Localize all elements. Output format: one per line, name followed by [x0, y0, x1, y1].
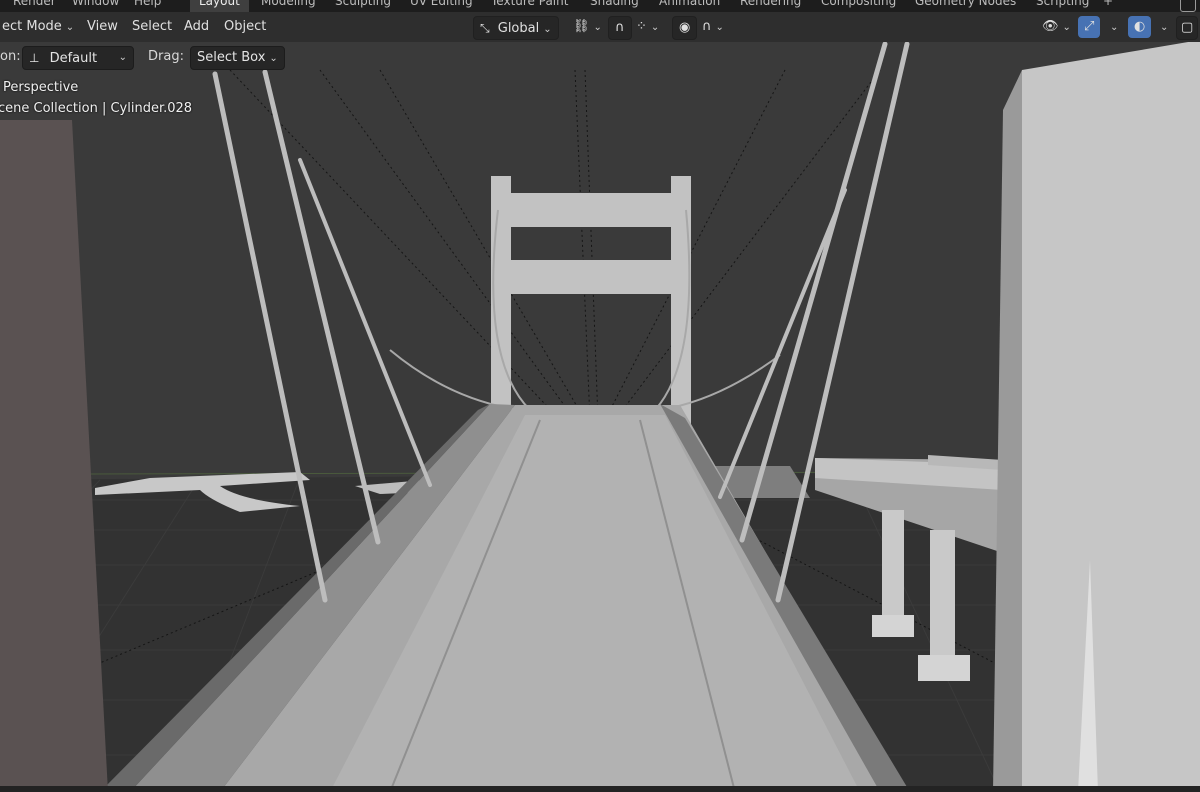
object-menu[interactable]: Object: [218, 16, 272, 38]
falloff-curve-icon: ∩: [702, 19, 712, 34]
chevron-down-icon: ⌄: [118, 52, 127, 63]
orientation-label: Global: [497, 21, 540, 36]
chevron-down-icon: ⌄: [650, 22, 660, 33]
tab-uv-editing[interactable]: UV Editing: [401, 0, 482, 12]
scene-icon[interactable]: [1180, 0, 1196, 12]
tab-shading[interactable]: Shading: [581, 0, 648, 12]
gizmo-dropdown[interactable]: ⌄: [1100, 16, 1124, 38]
overlays-toggle[interactable]: ◐: [1128, 16, 1152, 38]
snap-target-dropdown[interactable]: ⁘ ⌄: [630, 16, 665, 38]
tab-sculpting[interactable]: Sculpting: [326, 0, 400, 12]
view-name-label: Perspective: [3, 80, 79, 95]
orientation-icon: ⤡: [480, 21, 490, 35]
tab-animation[interactable]: Animation: [650, 0, 729, 12]
collection-info-label: cene Collection | Cylinder.028: [0, 101, 193, 116]
chevron-down-icon: ⌄: [65, 22, 75, 33]
menu-help[interactable]: Help: [134, 0, 161, 12]
tab-geometry-nodes[interactable]: Geometry Nodes: [906, 0, 1025, 12]
drag-label: Drag:: [148, 49, 184, 64]
tab-rendering[interactable]: Rendering: [731, 0, 810, 12]
menu-render[interactable]: Render: [13, 0, 56, 12]
3d-viewport[interactable]: [0, 0, 1200, 792]
magnet-icon: ∩: [615, 20, 625, 35]
pivot-point-button[interactable]: ⛓ ⌄: [567, 16, 608, 38]
tab-modeling[interactable]: Modeling: [252, 0, 325, 12]
chevron-down-icon: ⌄: [593, 22, 602, 33]
menu-window[interactable]: Window: [72, 0, 119, 12]
gizmo-icon: ⤢: [1084, 19, 1095, 34]
orientation-prefix-label: on:: [0, 49, 21, 64]
chevron-down-icon: ⌄: [1160, 22, 1169, 33]
chevron-down-icon: ⌄: [543, 24, 552, 35]
tab-scripting[interactable]: Scripting: [1027, 0, 1098, 12]
xray-icon: ▢: [1181, 20, 1194, 35]
falloff-dropdown[interactable]: ∩ ⌄: [696, 16, 730, 38]
add-menu[interactable]: Add: [178, 16, 215, 38]
workspace-tab-bar: Render Window Help Layout Modeling Sculp…: [0, 0, 1200, 12]
chevron-down-icon: ⌄: [269, 53, 278, 64]
tool-settings-bar: on: ⊥ Default ⌄ Drag: Select Box ⌄: [0, 42, 1200, 72]
eye-icon: 👁: [1042, 19, 1059, 34]
tab-layout[interactable]: Layout: [190, 0, 249, 12]
right-building: [993, 40, 1200, 792]
transform-orientation-dropdown[interactable]: ⤡ Global ⌄: [473, 16, 559, 40]
tab-compositing[interactable]: Compositing: [812, 0, 905, 12]
drag-dropdown[interactable]: Select Box ⌄: [190, 46, 285, 70]
status-bar: [0, 786, 1200, 792]
overlays-dropdown[interactable]: ⌄: [1150, 16, 1174, 38]
mode-selector[interactable]: ect Mode ⌄: [0, 16, 80, 38]
link-icon: ⛓: [573, 19, 590, 34]
select-menu[interactable]: Select: [126, 16, 178, 38]
add-workspace-button[interactable]: +: [1094, 0, 1122, 12]
gizmo-toggle[interactable]: ⤢: [1078, 16, 1101, 38]
snap-toggle[interactable]: ∩: [608, 16, 632, 40]
proportional-icon: ◉: [679, 20, 691, 35]
orientation-dropdown[interactable]: ⊥ Default ⌄: [22, 46, 134, 70]
axes-icon: ⊥: [29, 51, 40, 65]
chevron-down-icon: ⌄: [1110, 22, 1119, 33]
xray-toggle[interactable]: ▢: [1176, 16, 1199, 40]
drag-value: Select Box: [197, 50, 266, 65]
mode-label: ect Mode: [2, 19, 62, 34]
proportional-edit-toggle[interactable]: ◉: [672, 16, 698, 40]
blender-window: Render Window Help Layout Modeling Sculp…: [0, 0, 1200, 792]
orientation-value: Default: [49, 51, 98, 66]
overlays-icon: ◐: [1134, 19, 1146, 34]
visibility-dropdown[interactable]: 👁 ⌄: [1036, 16, 1077, 38]
tab-texture-paint[interactable]: Texture Paint: [482, 0, 577, 12]
view-menu[interactable]: View: [81, 16, 124, 38]
chevron-down-icon: ⌄: [1062, 22, 1071, 33]
viewport-header: ect Mode ⌄ View Select Add Object ⤡ Globa…: [0, 12, 1200, 42]
chevron-down-icon: ⌄: [715, 22, 724, 33]
grid-snap-icon: ⁘: [636, 19, 647, 34]
